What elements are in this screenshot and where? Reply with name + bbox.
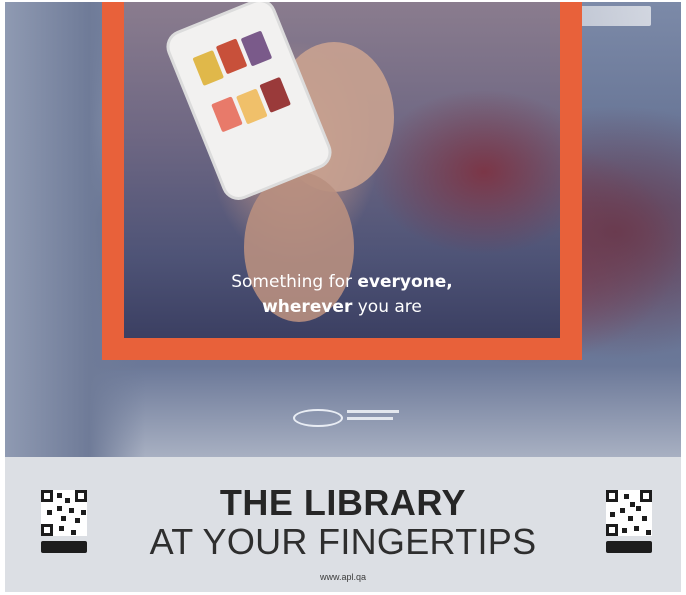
logo-wordmark — [347, 410, 399, 413]
tagline-bold-text: everyone, — [357, 272, 453, 292]
tagline-line-2: wherever you are — [124, 295, 560, 320]
qr-code-icon — [606, 490, 652, 536]
orange-frame: Something for everyone, wherever you are — [102, 2, 582, 360]
headline-line-2: AT YOUR FINGERTIPS — [149, 521, 537, 562]
tagline-text: Something for — [231, 272, 358, 292]
website-url: www.apl.qa — [319, 572, 367, 582]
bottom-band: THE LIBRARY AT YOUR FINGERTIPS www.apl.q… — [5, 457, 681, 592]
tagline-line-1: Something for everyone, — [124, 270, 560, 295]
library-logo — [293, 406, 413, 427]
headline-line-1: THE LIBRARY — [219, 482, 467, 523]
frame-photo: Something for everyone, wherever you are — [124, 2, 560, 338]
tagline: Something for everyone, wherever you are — [124, 270, 560, 320]
qr-code-icon — [41, 490, 87, 536]
logo-wordmark — [347, 417, 393, 420]
tagline-text: you are — [352, 297, 422, 317]
app-store-badge[interactable] — [606, 541, 652, 553]
logo-mark-icon — [293, 409, 343, 427]
background-photo: Something for everyone, wherever you are — [5, 2, 681, 457]
google-play-badge[interactable] — [41, 541, 87, 553]
library-ad: Something for everyone, wherever you are… — [5, 2, 681, 592]
tagline-bold-text: wherever — [262, 297, 353, 317]
